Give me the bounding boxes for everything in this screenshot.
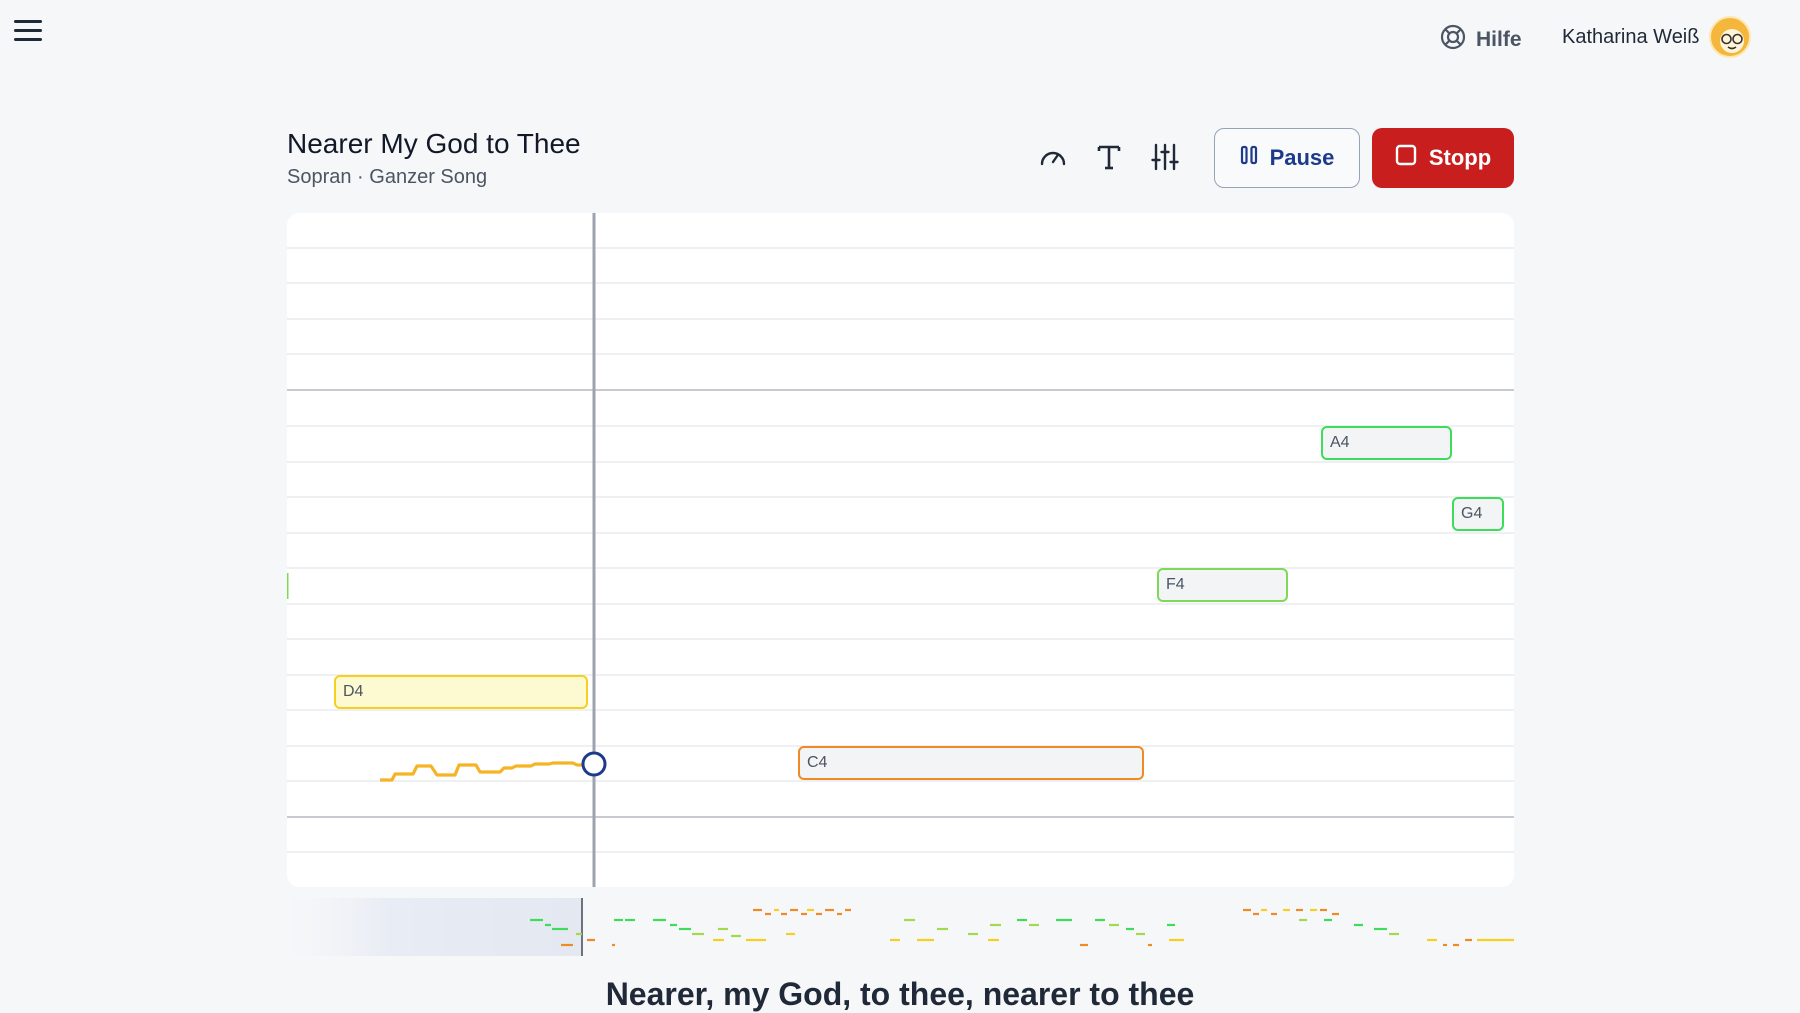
lifebuoy-icon: [1440, 24, 1466, 56]
played-region: [287, 898, 582, 956]
user-name: Katharina Weiß: [1562, 25, 1700, 48]
song-subtitle: Sopran · Ganzer Song: [287, 166, 488, 188]
note-block: F4: [1157, 568, 1288, 602]
pause-button[interactable]: Pause: [1214, 128, 1360, 188]
note-block: A4: [1321, 426, 1452, 460]
stop-label: Stopp: [1428, 145, 1492, 170]
gauge-icon: [1038, 142, 1068, 177]
help-label: Hilfe: [1476, 28, 1522, 51]
tempo-button[interactable]: [1036, 142, 1070, 176]
note-block: G4: [1452, 497, 1504, 531]
lyrics-toggle-button[interactable]: [1092, 142, 1126, 176]
help-link[interactable]: Hilfe: [1440, 24, 1522, 56]
playhead-marker: [581, 751, 607, 777]
user-menu[interactable]: Katharina Weiß: [1562, 16, 1752, 58]
sliders-icon: [1150, 142, 1180, 177]
overview-notes: [530, 908, 1514, 947]
pitch-display: D4 C4 F4 A4 G4: [287, 213, 1514, 887]
pitch-trace: [380, 761, 593, 782]
note-block: C4: [798, 746, 1144, 780]
pause-icon: [1240, 145, 1258, 171]
staff-lines: [287, 213, 1514, 887]
song-title: Nearer My God to Thee: [287, 128, 581, 159]
pause-label: Pause: [1269, 145, 1335, 170]
menu-icon[interactable]: [14, 20, 42, 44]
song-overview[interactable]: [287, 898, 1514, 956]
text-icon: [1095, 143, 1123, 176]
stop-icon: [1395, 144, 1417, 172]
lyrics-line: Nearer, my God, to thee, nearer to thee: [605, 976, 1195, 1012]
avatar: [1709, 16, 1752, 58]
stop-button[interactable]: Stopp: [1372, 128, 1514, 188]
mixer-button[interactable]: [1148, 142, 1182, 176]
note-block: D4: [334, 675, 588, 709]
